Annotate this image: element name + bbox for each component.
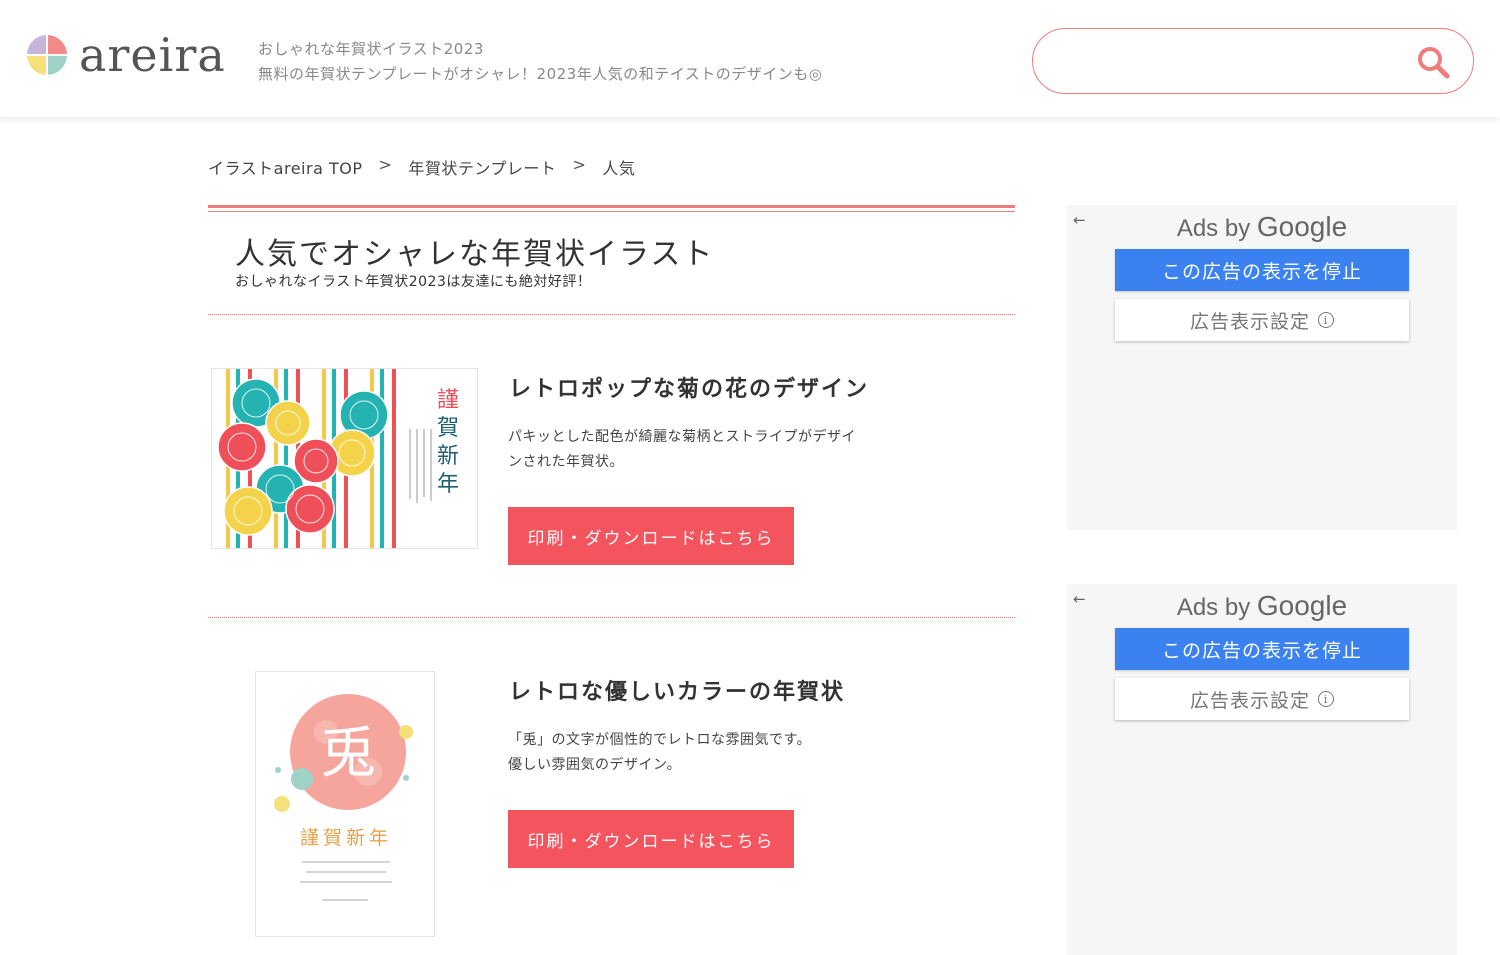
ad-slot: ← Ads by Google この広告の表示を停止 広告表示設定 i bbox=[1067, 205, 1457, 530]
item-description-line: 優しい雰囲気のデザイン。 bbox=[508, 757, 682, 773]
ads-by-text: Ads by bbox=[1176, 215, 1251, 242]
ad-settings-label: 広告表示設定 bbox=[1189, 310, 1310, 333]
site-tagline: おしゃれな年賀状イラスト2023 無料の年賀状テンプレートがオシャレ！2023年… bbox=[258, 37, 822, 87]
ad-slot: ← Ads by Google この広告の表示を停止 広告表示設定 i bbox=[1067, 584, 1457, 955]
item-description-line: パキッとした配色が綺麗な菊柄とストライプがデザイ bbox=[508, 429, 856, 445]
search-box bbox=[1032, 28, 1474, 94]
item-description-line: ンされた年賀状。 bbox=[508, 454, 624, 470]
chrysanthemum-card-image: 謹 賀 新 年 bbox=[212, 369, 477, 548]
ad-stop-button[interactable]: この広告の表示を停止 bbox=[1115, 249, 1409, 291]
item-title[interactable]: レトロポップな菊の花のデザイン bbox=[509, 371, 869, 403]
info-icon: i bbox=[1318, 312, 1334, 328]
item-thumbnail-chrysanthemum[interactable]: 謹 賀 新 年 bbox=[211, 368, 478, 549]
download-button[interactable]: 印刷・ダウンロードはこちら bbox=[508, 810, 794, 868]
ads-by-text: Ads by bbox=[1176, 594, 1251, 621]
breadcrumb-item-template[interactable]: 年賀状テンプレート bbox=[408, 155, 556, 179]
card-rabbit-char: 兎 bbox=[320, 721, 376, 786]
item-description-line: 「兎」の文字が個性的でレトロな雰囲気です。 bbox=[508, 732, 812, 748]
ad-settings-button[interactable]: 広告表示設定 i bbox=[1115, 678, 1409, 720]
google-text: Google bbox=[1256, 211, 1348, 242]
site-logo[interactable]: areira bbox=[27, 32, 226, 78]
tagline-line-1: おしゃれな年賀状イラスト2023 bbox=[258, 40, 484, 58]
breadcrumb-item-top[interactable]: イラストareira TOP bbox=[208, 155, 363, 179]
ad-settings-label: 広告表示設定 bbox=[1189, 689, 1310, 712]
ads-by-google-label: Ads by Google bbox=[1067, 211, 1457, 243]
breadcrumb: イラストareira TOP > 年賀状テンプレート > 人気 bbox=[208, 155, 635, 179]
ad-stop-button[interactable]: この広告の表示を停止 bbox=[1115, 628, 1409, 670]
search-button[interactable] bbox=[1415, 44, 1451, 80]
card-greeting: 謹賀新年 bbox=[300, 827, 392, 849]
card-greeting-char: 賀 bbox=[437, 416, 459, 441]
item-thumbnail-rabbit[interactable]: 兎 謹賀新年 bbox=[255, 671, 435, 937]
item-title[interactable]: レトロな優しいカラーの年賀状 bbox=[509, 674, 845, 706]
breadcrumb-separator: > bbox=[572, 155, 587, 174]
section-top-border bbox=[208, 205, 1015, 208]
site-header: areira おしゃれな年賀状イラスト2023 無料の年賀状テンプレートがオシャ… bbox=[0, 0, 1500, 117]
section-top-border-thin bbox=[208, 211, 1015, 212]
ads-by-google-label: Ads by Google bbox=[1067, 590, 1457, 622]
page-title: 人気でオシャレな年賀状イラスト bbox=[235, 237, 715, 272]
search-icon bbox=[1418, 47, 1450, 79]
card-greeting-char: 年 bbox=[437, 472, 459, 497]
ad-settings-button[interactable]: 広告表示設定 i bbox=[1115, 299, 1409, 341]
search-input[interactable] bbox=[1059, 43, 1399, 79]
logo-mark-icon bbox=[27, 35, 67, 75]
card-greeting-char: 謹 bbox=[437, 388, 459, 413]
card-greeting-char: 新 bbox=[437, 444, 459, 469]
item-divider bbox=[208, 617, 1015, 618]
download-button[interactable]: 印刷・ダウンロードはこちら bbox=[508, 507, 794, 565]
rabbit-card-image: 兎 謹賀新年 bbox=[256, 672, 434, 936]
logo-text: areira bbox=[79, 28, 226, 82]
item-description: パキッとした配色が綺麗な菊柄とストライプがデザイ ンされた年賀状。 bbox=[508, 425, 908, 475]
info-icon: i bbox=[1318, 691, 1334, 707]
breadcrumb-separator: > bbox=[378, 155, 393, 174]
breadcrumb-item-current: 人気 bbox=[602, 159, 636, 178]
section-divider bbox=[208, 314, 1015, 315]
item-description: 「兎」の文字が個性的でレトロな雰囲気です。 優しい雰囲気のデザイン。 bbox=[508, 728, 908, 778]
page-subtitle: おしゃれなイラスト年賀状2023は友達にも絶対好評！ bbox=[235, 274, 592, 290]
google-text: Google bbox=[1256, 590, 1348, 621]
tagline-line-2: 無料の年賀状テンプレートがオシャレ！2023年人気の和テイストのデザインも◎ bbox=[258, 65, 823, 83]
